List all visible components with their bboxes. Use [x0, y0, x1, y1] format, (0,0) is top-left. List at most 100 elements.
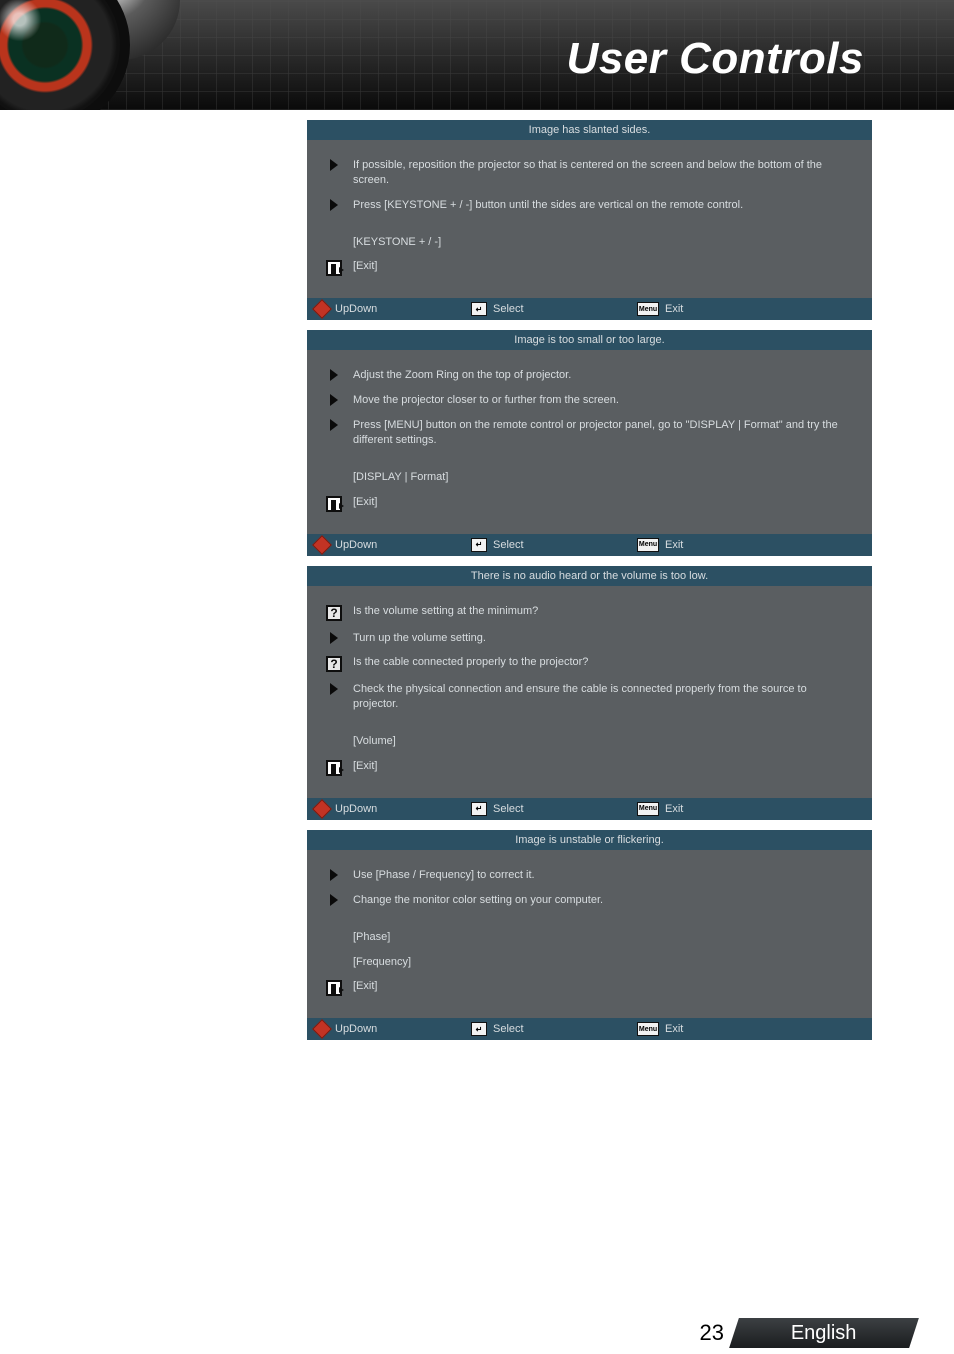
language-tab: English: [729, 1318, 919, 1348]
exit-icon: [325, 979, 343, 996]
ref-item: [Exit]: [325, 759, 854, 776]
footer-updown: UpDown: [315, 1022, 465, 1036]
help-item-text: Change the monitor color setting on your…: [353, 893, 854, 908]
ref-item: [KEYSTONE + / -]: [325, 235, 854, 250]
lens-graphic: [0, 0, 130, 110]
help-item: Move the projector closer to or further …: [325, 393, 854, 408]
help-item: Adjust the Zoom Ring on the top of proje…: [325, 368, 854, 383]
help-item: Press [KEYSTONE + / -] button until the …: [325, 198, 854, 213]
help-item: Use [Phase / Frequency] to correct it.: [325, 868, 854, 883]
help-item-text: Is the cable connected properly to the p…: [353, 655, 854, 670]
help-item: Change the monitor color setting on your…: [325, 893, 854, 908]
page-number: 23: [700, 1320, 724, 1346]
footer-select: ↵Select: [471, 302, 631, 316]
footer-exit: Menu Exit: [637, 802, 757, 816]
help-item-text: If possible, reposition the projector so…: [353, 158, 854, 188]
menu-icon: Menu: [637, 802, 659, 816]
panel-footer: UpDown ↵Select Menu Exit: [307, 534, 872, 556]
exit-icon: [325, 259, 343, 276]
exit-label: Exit: [665, 1023, 683, 1035]
menu-icon: Menu: [637, 302, 659, 316]
arrow-right-icon: [325, 893, 343, 906]
panel-body: Adjust the Zoom Ring on the top of proje…: [307, 350, 872, 533]
footer-select: ↵ Select: [471, 1022, 631, 1036]
help-item-text: Is the volume setting at the minimum?: [353, 604, 854, 619]
updown-diamond-icon: [312, 299, 332, 319]
panel-title: There is no audio heard or the volume is…: [307, 566, 872, 586]
exit-label: Exit: [665, 803, 683, 815]
footer-updown: UpDown: [315, 802, 465, 816]
ref-item-text: [Exit]: [353, 495, 854, 510]
ref-item: [Phase]: [325, 930, 854, 945]
menu-icon: Menu: [637, 1022, 659, 1036]
panel-title: Image is too small or too large.: [307, 330, 872, 350]
help-item: If possible, reposition the projector so…: [325, 158, 854, 188]
help-item: Check the physical connection and ensure…: [325, 682, 854, 712]
arrow-right-icon: [325, 682, 343, 695]
ref-item-text: [Phase]: [353, 930, 854, 945]
footer-updown: UpDown: [315, 538, 465, 552]
page-header: User Controls: [0, 0, 954, 110]
arrow-right-icon: [325, 631, 343, 644]
help-item: Press [MENU] button on the remote contro…: [325, 418, 854, 448]
footer-select: ↵Select: [471, 538, 631, 552]
updown-diamond-icon: [312, 1019, 332, 1039]
ref-item-text: [Exit]: [353, 759, 854, 774]
ref-item-text: [Exit]: [353, 259, 854, 274]
exit-label: Exit: [665, 539, 683, 551]
panel-title: Image has slanted sides.: [307, 120, 872, 140]
menu-icon: Menu: [637, 538, 659, 552]
select-label: Select: [493, 803, 524, 815]
help-panel: Image has slanted sides. If possible, rep…: [307, 120, 872, 320]
updown-label: UpDown: [335, 539, 377, 551]
footer-exit: Menu Exit: [637, 538, 757, 552]
ref-item-text: [KEYSTONE + / -]: [353, 235, 854, 250]
page-footer: 23 English: [0, 1314, 954, 1354]
help-item-text: Check the physical connection and ensure…: [353, 682, 854, 712]
panel-body: Use [Phase / Frequency] to correct it. Ch…: [307, 850, 872, 1018]
updown-diamond-icon: [312, 535, 332, 555]
exit-label: Exit: [665, 303, 683, 315]
help-item-text: Press [KEYSTONE + / -] button until the …: [353, 198, 854, 213]
arrow-right-icon: [325, 393, 343, 406]
footer-exit: Menu Exit: [637, 302, 757, 316]
footer-updown: UpDown: [315, 302, 465, 316]
help-item: Turn up the volume setting.: [325, 631, 854, 646]
help-item-text: Press [MENU] button on the remote contro…: [353, 418, 854, 448]
panel-body: If possible, reposition the projector so…: [307, 140, 872, 298]
ref-item: [DISPLAY | Format]: [325, 470, 854, 485]
footer-select: ↵Select: [471, 802, 631, 816]
select-label: Select: [493, 1023, 524, 1035]
help-item: ? Is the cable connected properly to the …: [325, 655, 854, 672]
ref-item: [Exit]: [325, 259, 854, 276]
help-item: ? Is the volume setting at the minimum?: [325, 604, 854, 621]
enter-icon: ↵: [471, 1022, 487, 1036]
ref-item-text: [Exit]: [353, 979, 854, 994]
question-icon: ?: [325, 604, 343, 621]
help-item-text: Move the projector closer to or further …: [353, 393, 854, 408]
select-label: Select: [493, 539, 524, 551]
updown-label: UpDown: [335, 1023, 377, 1035]
footer-exit: Menu Exit: [637, 1022, 757, 1036]
ref-item-text: [Frequency]: [353, 955, 854, 970]
help-item-text: Adjust the Zoom Ring on the top of proje…: [353, 368, 854, 383]
panel-footer: UpDown ↵Select Menu Exit: [307, 298, 872, 320]
panel-title: Image is unstable or flickering.: [307, 830, 872, 850]
arrow-right-icon: [325, 158, 343, 171]
enter-icon: ↵: [471, 302, 487, 316]
help-panel: There is no audio heard or the volume is…: [307, 566, 872, 820]
arrow-right-icon: [325, 198, 343, 211]
arrow-right-icon: [325, 868, 343, 881]
ref-item: [Exit]: [325, 979, 854, 996]
updown-diamond-icon: [312, 799, 332, 819]
arrow-right-icon: [325, 418, 343, 431]
page-content: Image has slanted sides. If possible, rep…: [0, 110, 954, 1040]
exit-icon: [325, 495, 343, 512]
ref-item: [Frequency]: [325, 955, 854, 970]
ref-item-text: [Volume]: [353, 734, 854, 749]
help-item-text: Use [Phase / Frequency] to correct it.: [353, 868, 854, 883]
question-icon: ?: [325, 655, 343, 672]
panel-footer: UpDown ↵Select Menu Exit: [307, 798, 872, 820]
page-title: User Controls: [567, 34, 864, 84]
exit-icon: [325, 759, 343, 776]
